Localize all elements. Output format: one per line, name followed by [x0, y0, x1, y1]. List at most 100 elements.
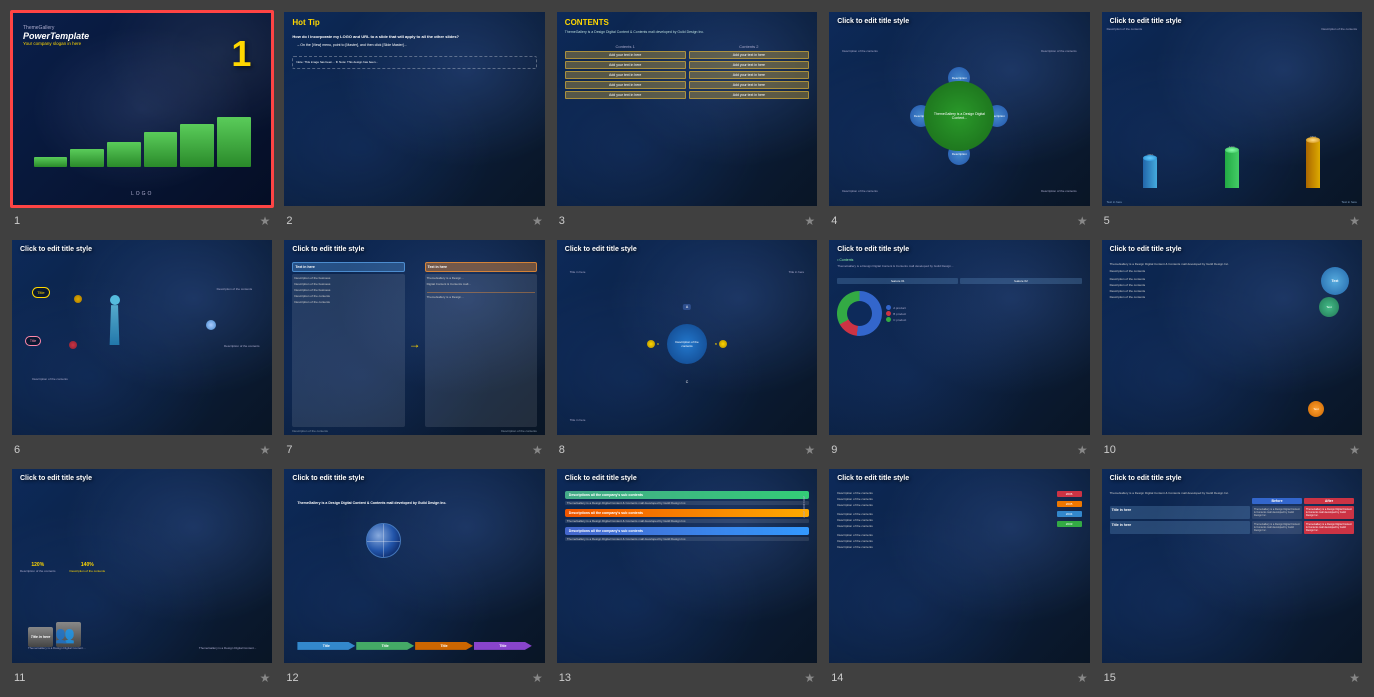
slide12-step4: Title	[474, 642, 532, 650]
slide-star-8[interactable]: ★	[804, 443, 815, 457]
slide5-title: Click to edit title style	[1110, 18, 1354, 25]
slide14-item: Description of the contents	[837, 524, 1052, 528]
slide7-line2: ThemeGallery is a Design...	[427, 276, 535, 280]
slide9-title: Click to edit title style	[837, 246, 1081, 253]
slide8-node-bottom: C	[686, 380, 689, 384]
slide9-pie-area: A product B product C product	[837, 291, 1081, 336]
slide2-note: Note: This image has been... ★ Note: Thi…	[292, 56, 536, 69]
slide-star-7[interactable]: ★	[532, 443, 543, 457]
slide12-step3: Title	[415, 642, 473, 650]
slide14-item: Description of the contents	[837, 539, 1052, 543]
slide2-q: How do I incorporate my LOGO and URL to …	[292, 34, 536, 40]
slide11-title: Click to edit title style	[20, 475, 264, 482]
slide8-center: Description of the contents A C D B	[647, 304, 727, 384]
slide-thumb-8[interactable]: Click to edit title style Description of…	[555, 238, 819, 436]
slide-star-15[interactable]: ★	[1349, 671, 1360, 685]
slide-num-10: 10	[1104, 444, 1116, 456]
slide15-spacer	[1110, 498, 1250, 504]
slide-meta-10: 10 ★	[1100, 441, 1364, 459]
slide10-desc6: Description of the contents	[1110, 295, 1354, 299]
slide14-year3: 2004	[1057, 511, 1082, 517]
slide-star-1[interactable]: ★	[260, 214, 271, 228]
slide-meta-12: 12 ★	[282, 669, 546, 687]
slide-meta-13: 13 ★	[555, 669, 819, 687]
slide7-diagram: Text in here Description of the business…	[292, 262, 536, 426]
slide-thumb-3[interactable]: CONTENTS ThemeGallery is a Design Digita…	[555, 10, 819, 208]
slide5-bar2-body	[1225, 150, 1239, 188]
slide-meta-14: 14 ★	[827, 669, 1091, 687]
slide6-dot2	[69, 341, 77, 349]
slide-num-2: 2	[286, 215, 292, 227]
slide6-diagram: Title Title Description of the contents …	[20, 262, 264, 426]
slide8-title: Click to edit title style	[565, 246, 809, 253]
slide-thumb-5[interactable]: Click to edit title style 38% 42%	[1100, 10, 1364, 208]
slide10-diagram: ThemeGallery is a Design Digital Content…	[1110, 262, 1354, 426]
slide-thumb-12[interactable]: Click to edit title style ThemeGallery i…	[282, 467, 546, 665]
slide8-label-left: D	[657, 342, 659, 346]
slide7-left: Text in here Description of the business…	[292, 262, 404, 426]
slide5-bar1-top	[1143, 155, 1157, 161]
slide6-person	[106, 295, 124, 345]
slide-star-3[interactable]: ★	[804, 214, 815, 228]
slide10-desc5: Description of the contents	[1110, 289, 1354, 293]
slide15-row2-label: Title in here	[1110, 521, 1250, 534]
slide-thumb-7[interactable]: Click to edit title style Text in here D…	[282, 238, 546, 436]
slide-star-4[interactable]: ★	[1077, 214, 1088, 228]
slide-star-11[interactable]: ★	[260, 671, 271, 685]
slide14-item: Description of the contents	[837, 545, 1052, 549]
slide4-bottom-right-label: Description of the contents	[1041, 189, 1077, 193]
slide9-legend-dot-a	[886, 305, 891, 310]
slide3-cell: Add your text in here	[689, 51, 810, 59]
slide-wrapper-13: Click to edit title style Descriptions a…	[555, 467, 819, 687]
slide-wrapper-7: Click to edit title style Text in here D…	[282, 238, 546, 458]
stair-2	[70, 149, 104, 167]
slide-star-9[interactable]: ★	[1077, 443, 1088, 457]
slide15-after1: ThemeGallery is a Design Digital Content…	[1304, 506, 1354, 519]
slide-thumb-2[interactable]: Hot Tip How do I incorporate my LOGO and…	[282, 10, 546, 208]
slide13-banner2: Descriptions all the company's sub conte…	[565, 509, 809, 517]
slide10-bubble3: Text	[1308, 401, 1324, 417]
slide10-desc: ThemeGallery is a Design Digital Content…	[1110, 262, 1354, 266]
slide-thumb-13[interactable]: Click to edit title style Descriptions a…	[555, 467, 819, 665]
slide-thumb-1[interactable]: ThemeGallery PowerTemplate Your company …	[10, 10, 274, 208]
slide-meta-8: 8 ★	[555, 441, 819, 459]
slide6-dot1	[74, 295, 82, 303]
slide-star-5[interactable]: ★	[1349, 214, 1360, 228]
slide-thumb-14[interactable]: Click to edit title style Description of…	[827, 467, 1091, 665]
slide8-node-left: D	[647, 340, 659, 348]
slide-meta-3: 3 ★	[555, 212, 819, 230]
slide-star-2[interactable]: ★	[532, 214, 543, 228]
slide-num-7: 7	[286, 444, 292, 456]
slide-thumb-4[interactable]: Click to edit title style ThemeGallery i…	[827, 10, 1091, 208]
slide-star-10[interactable]: ★	[1349, 443, 1360, 457]
slide-thumb-10[interactable]: Click to edit title style ThemeGallery i…	[1100, 238, 1364, 436]
slide7-right: Text in here ThemeGallery is a Design...…	[425, 262, 537, 426]
slide6-head	[110, 295, 120, 305]
slide9-feature-headers: feature 01 feature 02	[837, 278, 1081, 284]
slide-star-6[interactable]: ★	[260, 443, 271, 457]
slide-star-12[interactable]: ★	[532, 671, 543, 685]
slide14-content: Description of the contents Description …	[837, 491, 1081, 655]
slide-wrapper-15: Click to edit title style ThemeGallery i…	[1100, 467, 1364, 687]
slide-thumb-6[interactable]: Click to edit title style Title Title De…	[10, 238, 274, 436]
slide15-after2: ThemeGallery is a Design Digital Content…	[1304, 521, 1354, 534]
slide1-logo: LOGO	[131, 191, 153, 197]
slide-star-14[interactable]: ★	[1077, 671, 1088, 685]
slide-num-3: 3	[559, 215, 565, 227]
slide-num-6: 6	[14, 444, 20, 456]
slide3-cell: Add your text in here	[689, 71, 810, 79]
slide7-box2-title: Text in here	[425, 262, 537, 272]
slide6-title: Click to edit title style	[20, 246, 264, 253]
slide9-chart-area: feature 01 feature 02 A product B produc…	[837, 278, 1081, 426]
slide9-desc: ThemeGallery is a Design Digital Content…	[837, 264, 1081, 268]
slide11-bar1: 120% Description of the contents	[20, 562, 56, 573]
slide7-box2-content: ThemeGallery is a Design... Digital Cont…	[425, 274, 537, 426]
slide-star-13[interactable]: ★	[804, 671, 815, 685]
slide-thumb-15[interactable]: Click to edit title style ThemeGallery i…	[1100, 467, 1364, 665]
slide-wrapper-12: Click to edit title style ThemeGallery i…	[282, 467, 546, 687]
slide10-bubble2: Text	[1319, 297, 1339, 317]
slide-thumb-11[interactable]: Click to edit title style 120% Descripti…	[10, 467, 274, 665]
slide8-dot-right	[719, 340, 727, 348]
slide-thumb-9[interactable]: Click to edit title style • Contents The…	[827, 238, 1091, 436]
slide11-diagram: 120% Description of the contents 140% De…	[20, 491, 264, 655]
